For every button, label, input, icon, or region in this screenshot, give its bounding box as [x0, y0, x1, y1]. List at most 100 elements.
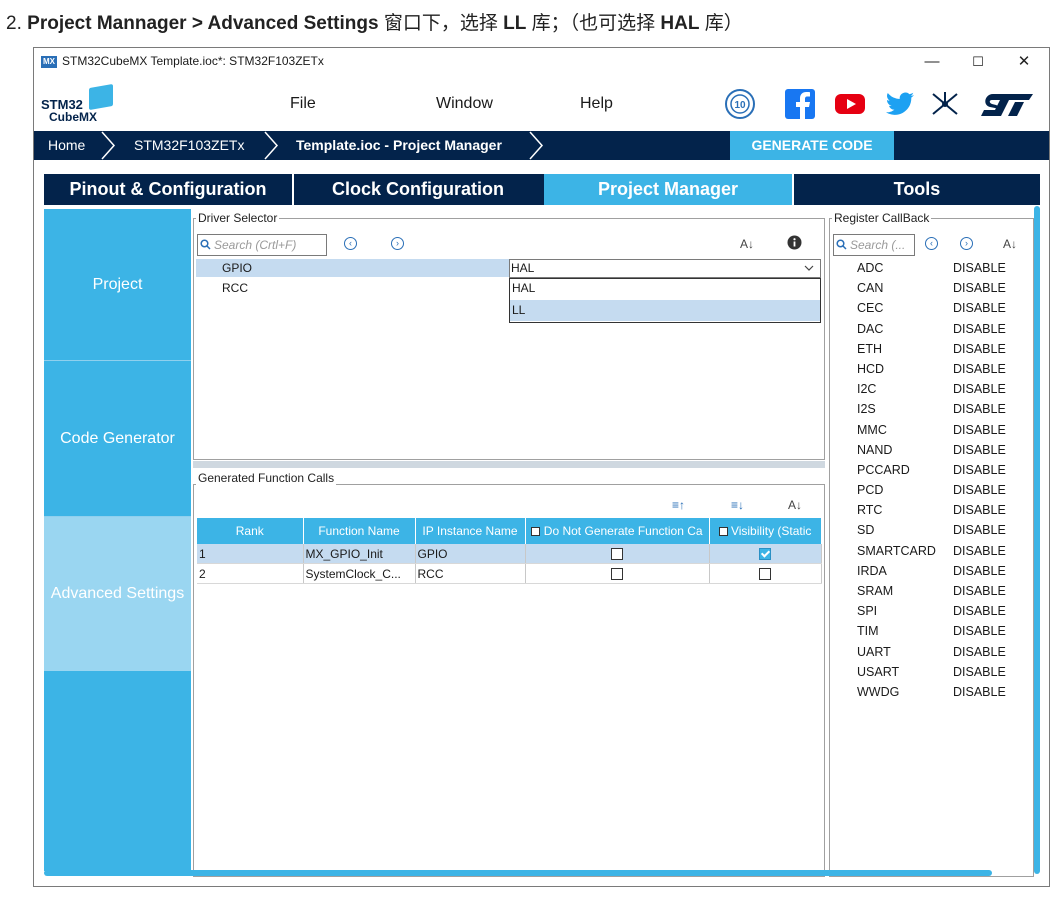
list-item[interactable]: ETH DISABLE: [857, 342, 1027, 362]
callback-value[interactable]: DISABLE: [953, 645, 1006, 659]
list-item[interactable]: RTC DISABLE: [857, 503, 1027, 523]
list-item[interactable]: ADC DISABLE: [857, 261, 1027, 281]
list-item[interactable]: SRAM DISABLE: [857, 584, 1027, 604]
dropdown-option-hal[interactable]: HAL: [510, 279, 820, 299]
visibility-checkbox[interactable]: [759, 548, 771, 561]
sort-icon[interactable]: A↓: [788, 498, 802, 512]
list-item[interactable]: SPI DISABLE: [857, 604, 1027, 624]
menu-file[interactable]: File: [290, 95, 316, 113]
window-title: STM32CubeMX Template.ioc*: STM32F103ZETx: [62, 54, 324, 68]
list-item[interactable]: IRDA DISABLE: [857, 564, 1027, 584]
move-up-icon[interactable]: ≡↑: [672, 498, 685, 512]
tab-clock-configuration[interactable]: Clock Configuration: [294, 174, 542, 205]
maximize-button[interactable]: ☐: [955, 50, 1001, 74]
table-row[interactable]: 2 SystemClock_C... RCC: [197, 563, 822, 584]
callback-value[interactable]: DISABLE: [953, 322, 1006, 336]
chevron-left-icon[interactable]: ‹: [925, 237, 938, 250]
facebook-icon[interactable]: [784, 88, 816, 120]
breadcrumb-mcu[interactable]: STM32F103ZETx: [134, 131, 244, 160]
list-item[interactable]: SD DISABLE: [857, 523, 1027, 543]
callback-value[interactable]: DISABLE: [953, 544, 1006, 558]
menu-window[interactable]: Window: [436, 95, 493, 113]
chevron-right-icon[interactable]: ›: [391, 237, 404, 250]
list-item[interactable]: PCCARD DISABLE: [857, 463, 1027, 483]
list-item[interactable]: DAC DISABLE: [857, 322, 1027, 342]
list-item[interactable]: CAN DISABLE: [857, 281, 1027, 301]
breadcrumb-home[interactable]: Home: [48, 131, 85, 160]
do-not-generate-checkbox[interactable]: [611, 568, 623, 581]
st-logo-icon[interactable]: [979, 88, 1039, 120]
callback-search-input[interactable]: Search (...: [833, 234, 915, 256]
column-visibility[interactable]: Visibility (Static: [709, 518, 822, 544]
column-ip-instance-name[interactable]: IP Instance Name: [415, 518, 526, 544]
driver-select-gpio[interactable]: HAL: [509, 259, 821, 278]
callback-value[interactable]: DISABLE: [953, 665, 1006, 679]
list-item[interactable]: SMARTCARD DISABLE: [857, 544, 1027, 564]
callback-value[interactable]: DISABLE: [953, 423, 1006, 437]
table-row[interactable]: 1 MX_GPIO_Init GPIO: [197, 544, 822, 564]
panel-splitter[interactable]: [193, 461, 825, 468]
list-item[interactable]: CEC DISABLE: [857, 301, 1027, 321]
vertical-scrollbar[interactable]: [1034, 206, 1040, 874]
dropdown-option-ll[interactable]: LL: [510, 300, 820, 321]
driver-search-input[interactable]: Search (Crtl+F): [197, 234, 327, 256]
list-item[interactable]: MMC DISABLE: [857, 423, 1027, 443]
anniversary-badge-icon[interactable]: 10: [724, 88, 756, 120]
nav-code-generator[interactable]: Code Generator: [44, 361, 191, 516]
header-checkbox[interactable]: [718, 527, 728, 537]
list-item[interactable]: USART DISABLE: [857, 665, 1027, 685]
tab-pinout-configuration[interactable]: Pinout & Configuration: [44, 174, 292, 205]
sort-icon[interactable]: A↓: [1003, 237, 1017, 251]
tab-tools[interactable]: Tools: [794, 174, 1040, 205]
horizontal-scrollbar[interactable]: [44, 870, 992, 876]
sort-icon[interactable]: A↓: [740, 237, 754, 251]
breadcrumb-project[interactable]: Template.ioc - Project Manager: [296, 131, 502, 160]
callback-value[interactable]: DISABLE: [953, 261, 1006, 275]
callback-value[interactable]: DISABLE: [953, 281, 1006, 295]
callback-value[interactable]: DISABLE: [953, 382, 1006, 396]
callback-value[interactable]: DISABLE: [953, 523, 1006, 537]
list-item[interactable]: I2S DISABLE: [857, 402, 1027, 422]
callback-value[interactable]: DISABLE: [953, 463, 1006, 477]
menu-help[interactable]: Help: [580, 95, 613, 113]
visibility-checkbox[interactable]: [759, 568, 771, 581]
callback-value[interactable]: DISABLE: [953, 584, 1006, 598]
column-do-not-generate[interactable]: Do Not Generate Function Ca: [525, 518, 710, 544]
callback-value[interactable]: DISABLE: [953, 301, 1006, 315]
nav-advanced-settings[interactable]: Advanced Settings: [44, 517, 191, 671]
list-item[interactable]: TIM DISABLE: [857, 624, 1027, 644]
chevron-right-icon: [101, 131, 116, 160]
do-not-generate-checkbox[interactable]: [611, 548, 623, 561]
nav-project[interactable]: Project: [44, 209, 191, 360]
close-button[interactable]: ✕: [1001, 50, 1047, 74]
youtube-icon[interactable]: [834, 88, 866, 120]
chevron-left-icon[interactable]: ‹: [344, 237, 357, 250]
callback-value[interactable]: DISABLE: [953, 604, 1006, 618]
generate-code-button[interactable]: GENERATE CODE: [730, 131, 894, 160]
callback-value[interactable]: DISABLE: [953, 402, 1006, 416]
callback-value[interactable]: DISABLE: [953, 685, 1006, 699]
tab-project-manager[interactable]: Project Manager: [544, 174, 792, 205]
callback-value[interactable]: DISABLE: [953, 624, 1006, 638]
twitter-icon[interactable]: [884, 88, 916, 120]
minimize-button[interactable]: —: [909, 50, 955, 74]
column-function-name[interactable]: Function Name: [303, 518, 416, 544]
callback-value[interactable]: DISABLE: [953, 564, 1006, 578]
callback-value[interactable]: DISABLE: [953, 362, 1006, 376]
list-item[interactable]: PCD DISABLE: [857, 483, 1027, 503]
header-checkbox[interactable]: [531, 527, 541, 537]
callback-value[interactable]: DISABLE: [953, 503, 1006, 517]
list-item[interactable]: HCD DISABLE: [857, 362, 1027, 382]
callback-value[interactable]: DISABLE: [953, 443, 1006, 457]
network-icon[interactable]: [929, 88, 961, 120]
list-item[interactable]: I2C DISABLE: [857, 382, 1027, 402]
list-item[interactable]: NAND DISABLE: [857, 443, 1027, 463]
chevron-right-icon[interactable]: ›: [960, 237, 973, 250]
info-icon[interactable]: [787, 235, 802, 250]
list-item[interactable]: WWDG DISABLE: [857, 685, 1027, 705]
list-item[interactable]: UART DISABLE: [857, 645, 1027, 665]
column-rank[interactable]: Rank: [197, 518, 304, 544]
callback-value[interactable]: DISABLE: [953, 342, 1006, 356]
move-down-icon[interactable]: ≡↓: [731, 498, 744, 512]
callback-value[interactable]: DISABLE: [953, 483, 1006, 497]
